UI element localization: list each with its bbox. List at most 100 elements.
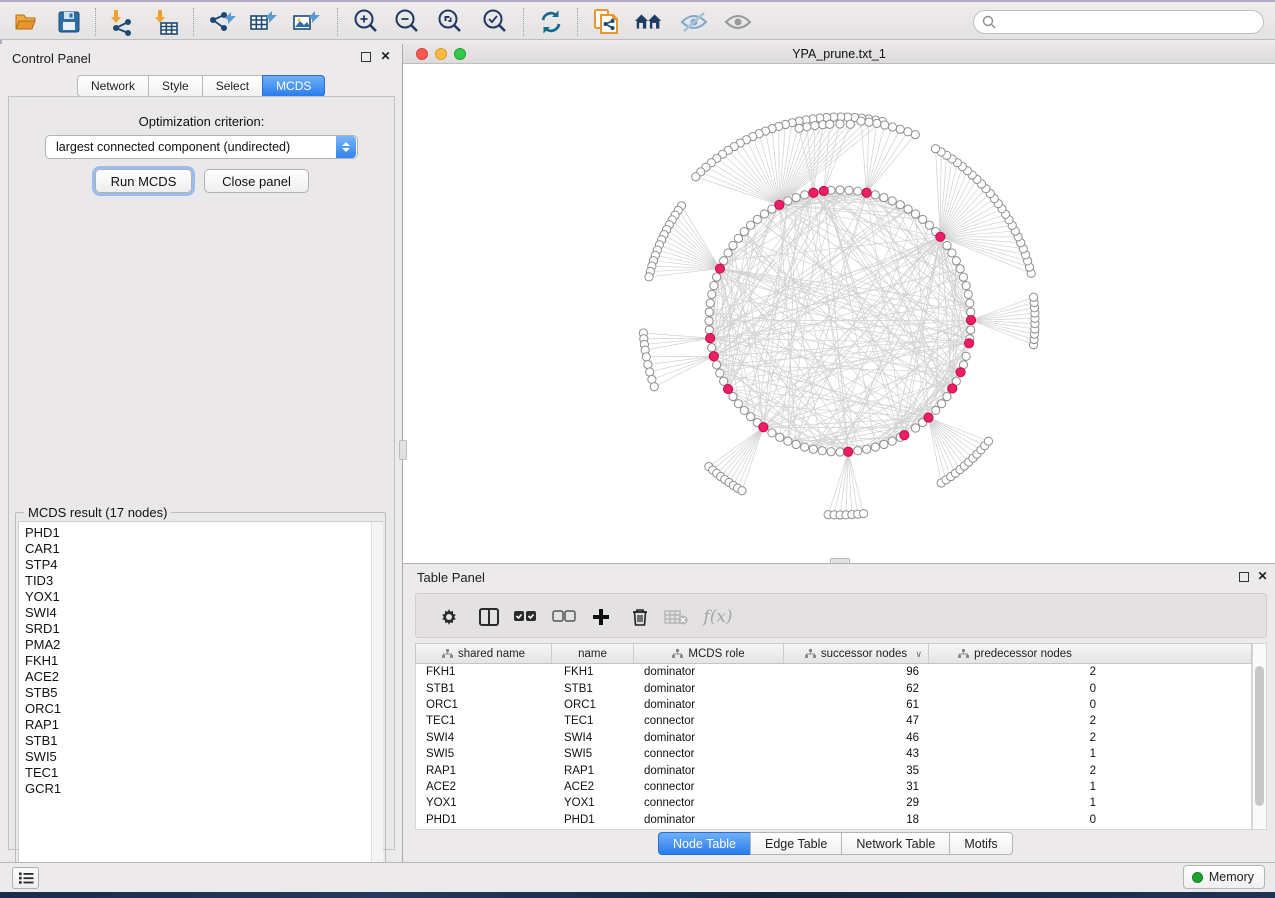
table-cell: 0 xyxy=(929,699,1101,711)
save-session-icon[interactable] xyxy=(53,6,85,38)
hide-selected-icon[interactable] xyxy=(678,6,710,38)
close-panel-icon[interactable]: ✕ xyxy=(379,50,392,63)
table-row[interactable]: YOX1YOX1connector291 xyxy=(416,795,1251,811)
deselect-all-icon[interactable] xyxy=(549,602,579,632)
mcds-result-item[interactable]: STP4 xyxy=(25,557,382,573)
export-network-icon[interactable] xyxy=(206,6,238,38)
copy-network-icon[interactable] xyxy=(590,6,622,38)
open-file-icon[interactable] xyxy=(11,6,43,38)
network-canvas[interactable] xyxy=(403,64,1275,563)
mcds-result-item[interactable]: RAP1 xyxy=(25,717,382,733)
tab-network[interactable]: Network xyxy=(77,75,148,97)
import-network-icon[interactable] xyxy=(106,6,138,38)
import-table-icon[interactable] xyxy=(150,6,182,38)
zoom-out-icon[interactable] xyxy=(391,6,423,38)
table-cell: 1 xyxy=(929,781,1101,793)
sort-chevron-icon[interactable]: ∨ xyxy=(915,649,922,660)
tab-style[interactable]: Style xyxy=(148,75,202,97)
table-row[interactable]: SWI4SWI4dominator462 xyxy=(416,730,1251,746)
delete-column-icon[interactable] xyxy=(625,602,655,632)
table-row[interactable]: PHD1PHD1dominator180 xyxy=(416,812,1251,828)
mcds-result-list[interactable]: PHD1CAR1STP4TID3YOX1SWI4SRD1PMA2FKH1ACE2… xyxy=(18,521,383,880)
export-image-icon[interactable] xyxy=(290,6,322,38)
vertical-splitter-handle[interactable] xyxy=(399,440,407,460)
equation-builder-icon: f(x) xyxy=(698,602,738,632)
mcds-result-item[interactable]: PMA2 xyxy=(25,637,382,653)
tab-motifs[interactable]: Motifs xyxy=(949,832,1012,855)
table-row[interactable]: RAP1RAP1dominator352 xyxy=(416,762,1251,778)
select-all-icon[interactable] xyxy=(510,602,540,632)
mcds-result-item[interactable]: PHD1 xyxy=(25,525,382,541)
mcds-result-item[interactable]: FKH1 xyxy=(25,653,382,669)
export-table-icon[interactable] xyxy=(247,6,279,38)
table-row[interactable]: ORC1ORC1dominator610 xyxy=(416,697,1251,713)
first-neighbors-icon[interactable] xyxy=(633,6,665,38)
column-header-shared-name[interactable]: shared name xyxy=(416,644,552,663)
node-table-header: shared name name MCDS role successor nod… xyxy=(415,643,1252,664)
main-toolbar xyxy=(0,2,1275,40)
table-scrollbar[interactable] xyxy=(1252,643,1267,830)
table-cell: connector xyxy=(634,781,784,793)
table-row[interactable]: STB1STB1dominator620 xyxy=(416,680,1251,696)
table-cell: connector xyxy=(634,748,784,760)
column-header-name[interactable]: name xyxy=(552,644,634,663)
mcds-result-item[interactable]: GCR1 xyxy=(25,781,382,797)
table-row[interactable]: SWI5SWI5connector431 xyxy=(416,746,1251,762)
network-view-title: YPA_prune.txt_1 xyxy=(403,47,1275,61)
attribute-icon xyxy=(672,649,683,659)
tab-network-table[interactable]: Network Table xyxy=(841,832,949,855)
table-cell: ORC1 xyxy=(416,699,552,711)
mcds-result-item[interactable]: STB1 xyxy=(25,733,382,749)
mcds-result-item[interactable]: SWI4 xyxy=(25,605,382,621)
network-svg[interactable] xyxy=(403,64,1275,563)
refresh-view-icon[interactable] xyxy=(535,6,567,38)
close-panel-button[interactable]: Close panel xyxy=(204,169,309,193)
table-cell: 96 xyxy=(784,666,929,678)
mcds-result-item[interactable]: TEC1 xyxy=(25,765,382,781)
search-input[interactable] xyxy=(1001,15,1263,29)
column-header-successor-nodes[interactable]: successor nodes ∨ xyxy=(784,644,929,663)
node-table-body[interactable]: FKH1FKH1dominator962STB1STB1dominator620… xyxy=(415,664,1252,830)
tab-mcds[interactable]: MCDS xyxy=(262,75,325,97)
add-column-icon[interactable] xyxy=(586,602,616,632)
table-cell: FKH1 xyxy=(552,666,634,678)
control-panel-title: Control Panel xyxy=(12,50,91,68)
mcds-result-item[interactable]: SRD1 xyxy=(25,621,382,637)
memory-button[interactable]: Memory xyxy=(1183,865,1265,889)
tab-select[interactable]: Select xyxy=(202,75,262,97)
tab-edge-table[interactable]: Edge Table xyxy=(750,832,841,855)
table-settings-icon[interactable] xyxy=(434,602,464,632)
attribute-icon xyxy=(805,649,816,659)
column-header-mcds-role[interactable]: MCDS role xyxy=(634,644,784,663)
mcds-result-item[interactable]: TID3 xyxy=(25,573,382,589)
zoom-fit-icon[interactable] xyxy=(434,6,466,38)
show-all-icon[interactable] xyxy=(722,6,754,38)
mcds-list-scrollbar[interactable] xyxy=(371,522,383,879)
column-header-predecessor-nodes[interactable]: predecessor nodes xyxy=(929,644,1101,663)
table-cell: 0 xyxy=(929,814,1101,826)
float-table-panel-icon[interactable] xyxy=(1239,572,1249,582)
zoom-in-icon[interactable] xyxy=(350,6,382,38)
table-row[interactable]: FKH1FKH1dominator962 xyxy=(416,664,1251,680)
show-panels-button[interactable] xyxy=(12,867,39,889)
mcds-result-item[interactable]: ORC1 xyxy=(25,701,382,717)
table-row[interactable]: ACE2ACE2connector311 xyxy=(416,779,1251,795)
network-view-titlebar[interactable]: YPA_prune.txt_1 xyxy=(403,44,1275,64)
mcds-result-item[interactable]: CAR1 xyxy=(25,541,382,557)
float-panel-icon[interactable] xyxy=(361,52,371,62)
mcds-result-item[interactable]: STB5 xyxy=(25,685,382,701)
tab-node-table[interactable]: Node Table xyxy=(658,832,750,855)
table-scrollbar-thumb[interactable] xyxy=(1255,666,1264,806)
mcds-result-item[interactable]: ACE2 xyxy=(25,669,382,685)
close-table-panel-icon[interactable]: ✕ xyxy=(1256,570,1269,583)
zoom-selected-icon[interactable] xyxy=(479,6,511,38)
mcds-result-item[interactable]: SWI5 xyxy=(25,749,382,765)
search-box[interactable] xyxy=(973,10,1264,34)
search-icon xyxy=(982,15,996,29)
run-mcds-button[interactable]: Run MCDS xyxy=(95,169,192,193)
optimization-criterion-dropdown[interactable]: largest connected component (undirected) xyxy=(45,135,358,159)
show-columns-icon[interactable] xyxy=(474,602,504,632)
table-row[interactable]: TEC1TEC1connector472 xyxy=(416,713,1251,729)
attribute-icon xyxy=(442,649,453,659)
mcds-result-item[interactable]: YOX1 xyxy=(25,589,382,605)
